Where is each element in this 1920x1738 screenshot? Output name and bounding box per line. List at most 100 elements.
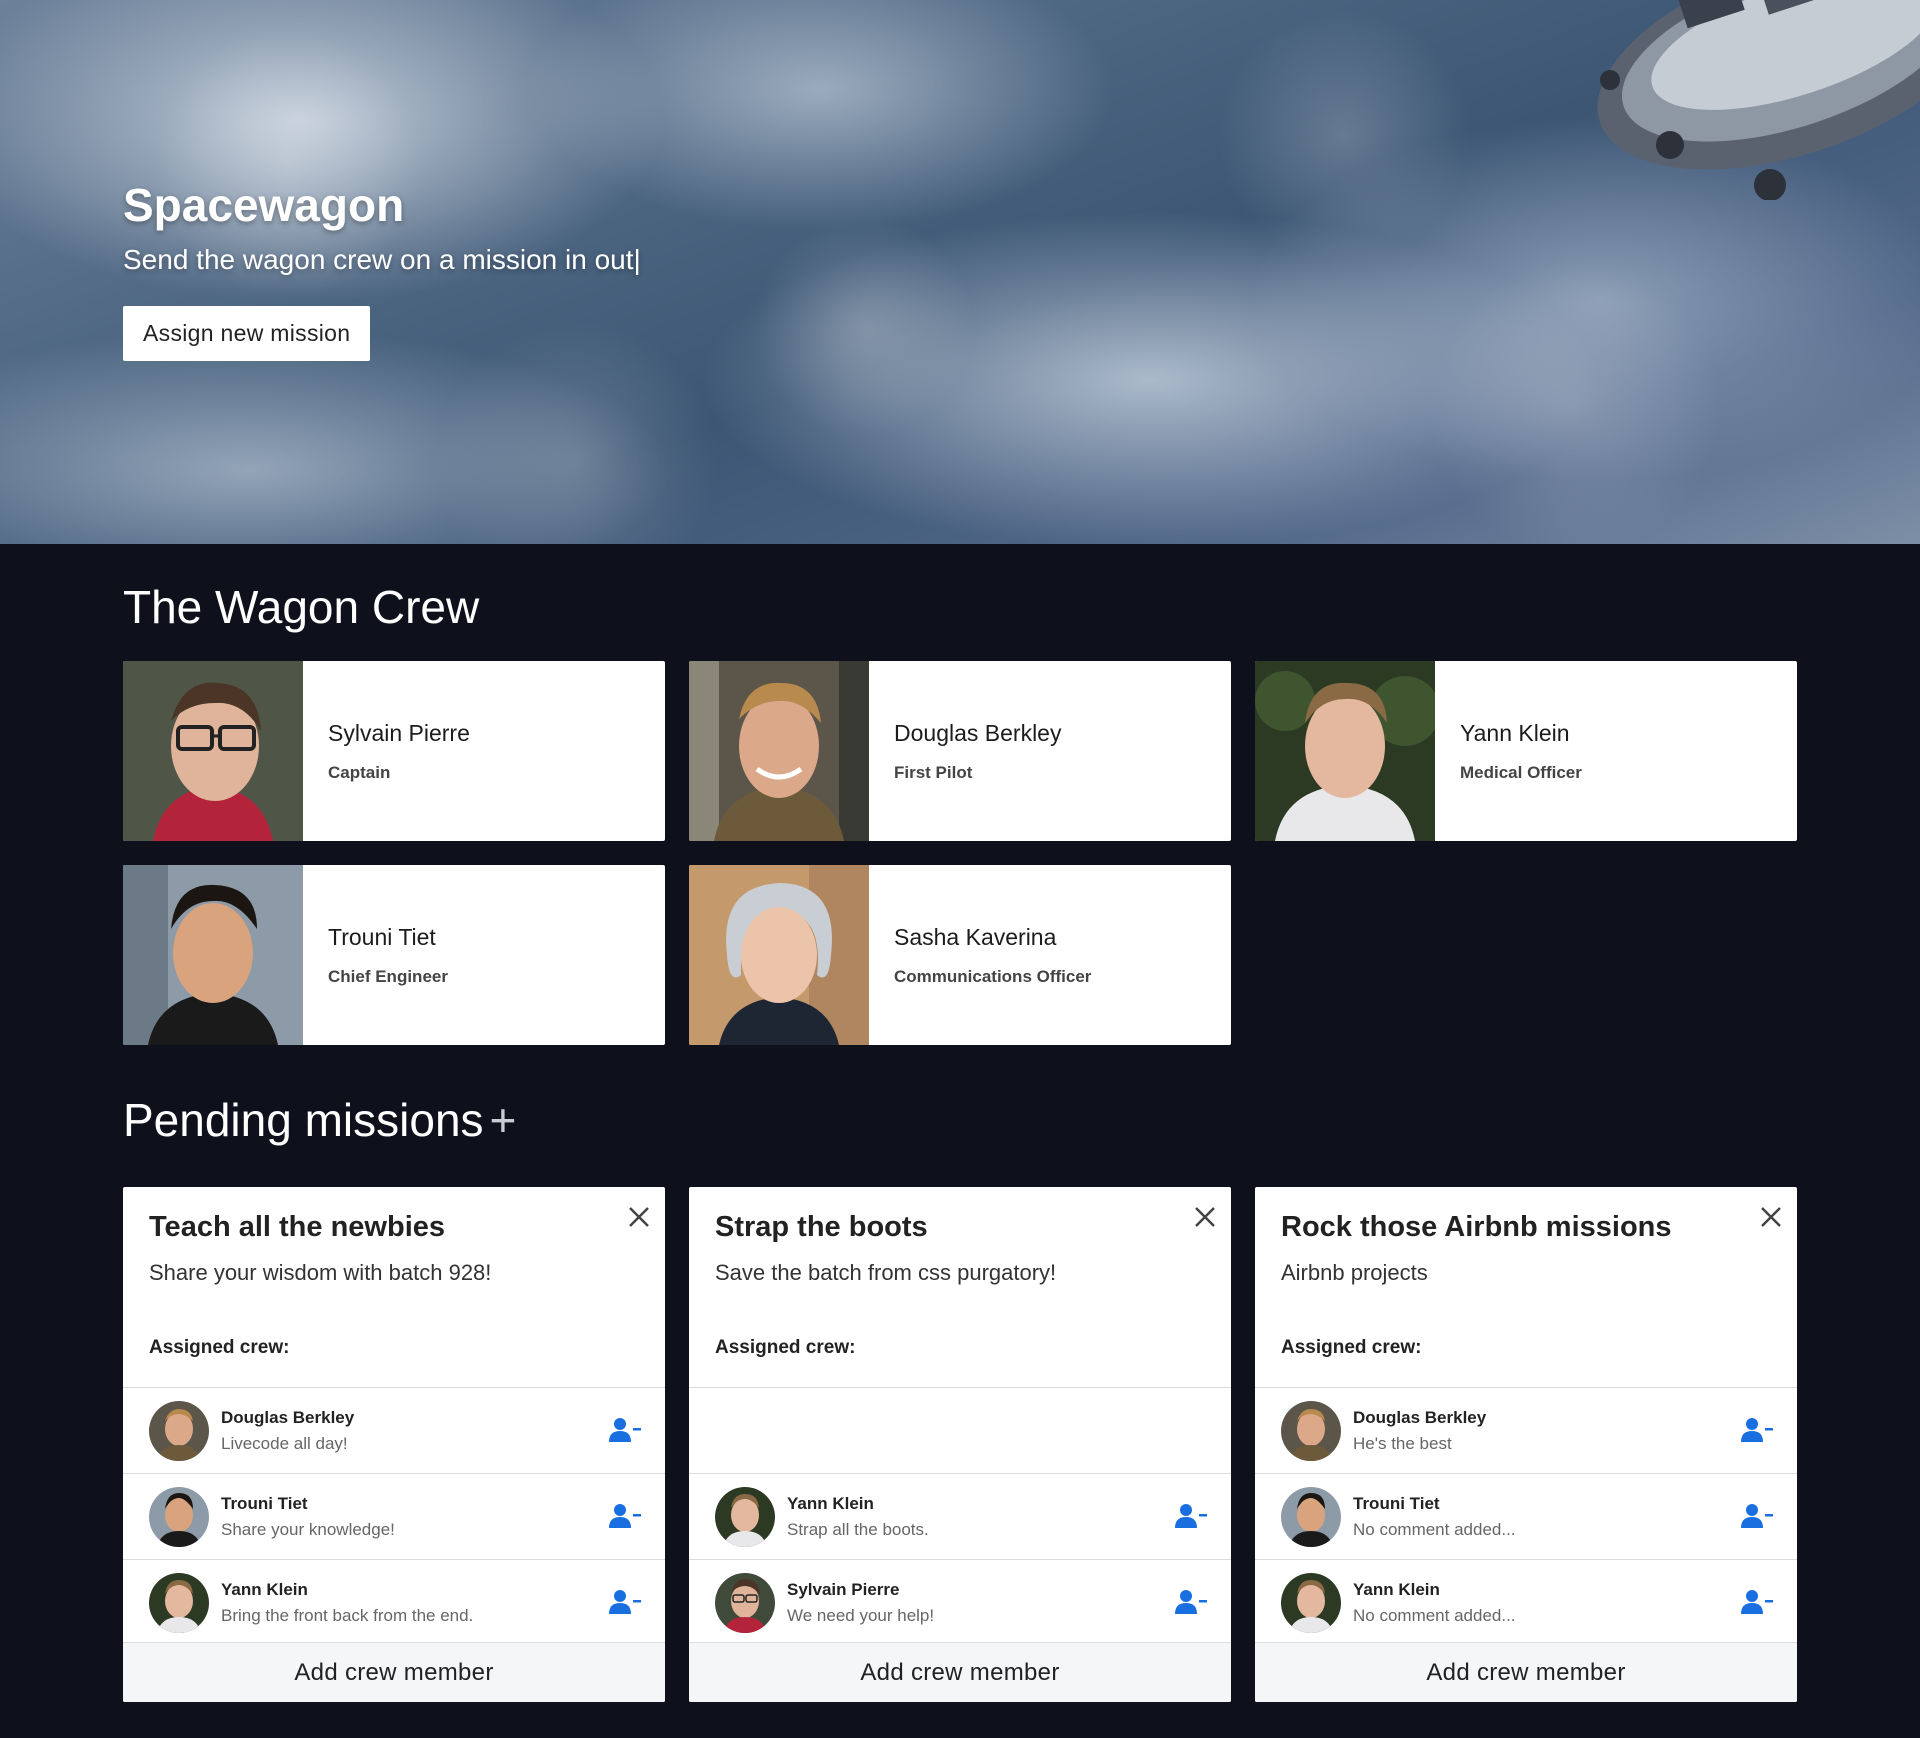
crew-member-info: Yann Klein No comment added... <box>1353 1580 1516 1626</box>
add-mission-icon[interactable]: + <box>490 1094 517 1146</box>
list-item: Yann Klein No comment added... <box>1255 1559 1797 1645</box>
assigned-crew-list: Douglas Berkley Livecode all day! Trouni… <box>123 1387 665 1645</box>
missions-section-title: Pending missions + <box>123 1093 516 1147</box>
crew-section-title: The Wagon Crew <box>123 581 480 633</box>
mission-description: Share your wisdom with batch 928! <box>149 1260 492 1285</box>
assigned-crew-list: Douglas Berkley He's the best Trouni Tie… <box>1255 1387 1797 1645</box>
remove-user-icon[interactable] <box>1175 1588 1207 1616</box>
close-icon[interactable] <box>1191 1203 1219 1231</box>
list-item: Yann Klein Strap all the boots. <box>689 1473 1231 1559</box>
crew-name: Trouni Tiet <box>328 923 436 950</box>
crew-name: Sylvain Pierre <box>328 719 470 746</box>
crew-card[interactable]: Sasha Kaverina Communications Officer <box>689 865 1231 1045</box>
avatar <box>149 1572 209 1633</box>
list-item: Sylvain Pierre We need your help! <box>689 1559 1231 1645</box>
remove-user-icon[interactable] <box>1741 1416 1773 1444</box>
hero-subtitle: Send the wagon crew on a mission in out| <box>123 244 641 275</box>
mission-header: Teach all the newbies Share your wisdom … <box>123 1187 665 1387</box>
crew-member-info: Trouni Tiet No comment added... <box>1353 1494 1516 1540</box>
remove-user-icon[interactable] <box>609 1588 641 1616</box>
avatar <box>1281 1400 1341 1461</box>
crew-info: Douglas Berkley First Pilot <box>869 661 1061 841</box>
crew-member-comment: We need your help! <box>787 1605 935 1625</box>
avatar <box>1281 1486 1341 1547</box>
crew-member-name: Yann Klein <box>787 1493 874 1513</box>
close-icon[interactable] <box>625 1203 653 1231</box>
mission-title: Teach all the newbies <box>149 1211 446 1243</box>
hero-content: Spacewagon Send the wagon crew on a miss… <box>123 178 641 361</box>
crew-member-info: Yann Klein Strap all the boots. <box>787 1494 929 1540</box>
list-item: Douglas Berkley Livecode all day! <box>123 1387 665 1473</box>
crew-member-info: Douglas Berkley Livecode all day! <box>221 1408 354 1454</box>
mission-description: Save the batch from css purgatory! <box>715 1260 1057 1285</box>
add-crew-member-button[interactable]: Add crew member <box>689 1642 1231 1702</box>
list-item: Yann Klein Bring the front back from the… <box>123 1559 665 1645</box>
avatar <box>149 1486 209 1547</box>
avatar <box>1281 1572 1341 1633</box>
crew-photo-douglas <box>689 661 869 841</box>
crew-info: Sasha Kaverina Communications Officer <box>869 865 1091 1045</box>
remove-user-icon[interactable] <box>1741 1502 1773 1530</box>
list-item: Douglas Berkley He's the best <box>1255 1387 1797 1473</box>
crew-member-name: Douglas Berkley <box>1353 1407 1487 1427</box>
avatar <box>715 1572 775 1633</box>
mission-card: Strap the boots Save the batch from css … <box>689 1187 1231 1702</box>
crew-card[interactable]: Yann Klein Medical Officer <box>1255 661 1797 841</box>
crew-card[interactable]: Trouni Tiet Chief Engineer <box>123 865 665 1045</box>
crew-member-comment: He's the best <box>1353 1433 1452 1453</box>
crew-info: Sylvain Pierre Captain <box>303 661 470 841</box>
crew-photo-yann <box>1255 661 1435 841</box>
remove-user-icon[interactable] <box>609 1502 641 1530</box>
crew-name: Douglas Berkley <box>894 719 1062 746</box>
assigned-crew-label: Assigned crew: <box>1281 1337 1422 1358</box>
crew-member-info: Yann Klein Bring the front back from the… <box>221 1580 473 1626</box>
remove-user-icon[interactable] <box>1741 1588 1773 1616</box>
crew-role: Chief Engineer <box>328 966 448 986</box>
mission-title: Strap the boots <box>715 1211 928 1243</box>
mission-card: Teach all the newbies Share your wisdom … <box>123 1187 665 1702</box>
crew-member-comment: Bring the front back from the end. <box>221 1605 474 1625</box>
crew-role: First Pilot <box>894 762 973 782</box>
avatar <box>715 1486 775 1547</box>
crew-member-info: Sylvain Pierre We need your help! <box>787 1580 934 1626</box>
avatar <box>149 1400 209 1461</box>
assign-mission-button[interactable]: Assign new mission <box>123 306 371 361</box>
list-item: Trouni Tiet Share your knowledge! <box>123 1473 665 1559</box>
crew-member-comment: No comment added... <box>1353 1605 1516 1625</box>
crew-member-name: Douglas Berkley <box>221 1407 355 1427</box>
app-title: Spacewagon <box>123 179 405 231</box>
list-item: Trouni Tiet No comment added... <box>1255 1473 1797 1559</box>
crew-role: Medical Officer <box>1460 762 1582 782</box>
crew-member-name: Trouni Tiet <box>221 1493 308 1513</box>
crew-card[interactable]: Douglas Berkley First Pilot <box>689 661 1231 841</box>
mission-header: Strap the boots Save the batch from css … <box>689 1187 1231 1387</box>
space-station-image <box>1597 0 1920 200</box>
crew-member-comment: Livecode all day! <box>221 1433 348 1453</box>
crew-info: Trouni Tiet Chief Engineer <box>303 865 448 1045</box>
crew-member-comment: Share your knowledge! <box>221 1519 395 1539</box>
crew-photo-sylvain <box>123 661 303 841</box>
missions-title-text: Pending missions <box>123 1094 484 1146</box>
mission-title: Rock those Airbnb missions <box>1281 1211 1672 1243</box>
remove-user-icon[interactable] <box>609 1416 641 1444</box>
mission-description: Airbnb projects <box>1281 1260 1428 1285</box>
crew-member-name: Yann Klein <box>221 1579 308 1599</box>
close-icon[interactable] <box>1757 1203 1785 1231</box>
crew-photo-trouni <box>123 865 303 1045</box>
assigned-crew-list: Yann Klein Strap all the boots. Sylvain … <box>689 1387 1231 1645</box>
crew-name: Yann Klein <box>1460 719 1570 746</box>
empty-crew-slot <box>689 1387 1231 1473</box>
add-crew-member-button[interactable]: Add crew member <box>123 1642 665 1702</box>
crew-card[interactable]: Sylvain Pierre Captain <box>123 661 665 841</box>
crew-info: Yann Klein Medical Officer <box>1435 661 1582 841</box>
assigned-crew-label: Assigned crew: <box>149 1337 290 1358</box>
crew-member-name: Yann Klein <box>1353 1579 1440 1599</box>
crew-member-comment: No comment added... <box>1353 1519 1516 1539</box>
remove-user-icon[interactable] <box>1175 1502 1207 1530</box>
crew-role: Captain <box>328 762 391 782</box>
add-crew-member-button[interactable]: Add crew member <box>1255 1642 1797 1702</box>
crew-member-name: Trouni Tiet <box>1353 1493 1440 1513</box>
hero-banner: Spacewagon Send the wagon crew on a miss… <box>0 0 1920 544</box>
crew-name: Sasha Kaverina <box>894 923 1057 950</box>
crew-member-comment: Strap all the boots. <box>787 1519 929 1539</box>
